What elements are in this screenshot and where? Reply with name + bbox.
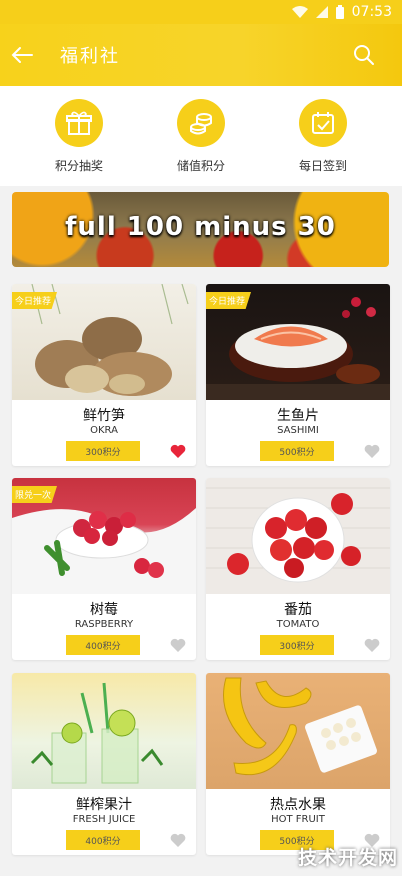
search-button[interactable] bbox=[344, 35, 384, 75]
card-tag: 限兑一次 bbox=[12, 486, 58, 503]
status-bar: 07:53 bbox=[0, 0, 402, 24]
product-name-en: TOMATO bbox=[276, 619, 320, 630]
stored-points-label: 储值积分 bbox=[176, 158, 225, 173]
product-name-en: RASPBERRY bbox=[74, 619, 134, 630]
heart-icon[interactable] bbox=[170, 444, 186, 458]
daily-checkin-label: 每日签到 bbox=[298, 158, 347, 173]
card-tag: 今日推荐 bbox=[206, 292, 252, 309]
heart-icon[interactable] bbox=[170, 833, 186, 847]
tomato-image bbox=[206, 478, 390, 594]
product-name: 鲜竹笋 bbox=[83, 408, 125, 424]
lottery-button[interactable]: 积分抽奖 bbox=[29, 98, 129, 174]
banana-image bbox=[206, 673, 390, 789]
sashimi-image: 今日推荐 bbox=[206, 284, 390, 400]
product-name-en: FRESH JUICE bbox=[72, 814, 136, 825]
status-time: 07:53 bbox=[351, 4, 392, 20]
calendar-check-icon bbox=[299, 98, 347, 147]
banner-text: full 100 minus 30 bbox=[65, 212, 336, 242]
product-card[interactable]: 今日推荐 生鱼片 SASHIMI 500积分 bbox=[206, 284, 390, 466]
cell-signal-icon bbox=[315, 6, 328, 18]
app-bar: 福利社 bbox=[0, 24, 402, 86]
heart-icon[interactable] bbox=[364, 638, 380, 652]
gift-icon bbox=[55, 98, 103, 147]
redeem-button[interactable]: 400积分 bbox=[66, 830, 140, 850]
product-card[interactable]: 鲜榨果汁 FRESH JUICE 400积分 bbox=[12, 673, 196, 855]
arrow-left-icon bbox=[11, 47, 33, 63]
raspberry-image: 限兑一次 bbox=[12, 478, 196, 594]
wifi-icon bbox=[291, 6, 308, 18]
watermark: 技术开发网 bbox=[297, 847, 398, 869]
redeem-button[interactable]: 400积分 bbox=[66, 635, 140, 655]
card-tag: 今日推荐 bbox=[12, 292, 58, 309]
page-title: 福利社 bbox=[60, 46, 120, 67]
product-name: 树莓 bbox=[90, 602, 118, 618]
product-name-en: OKRA bbox=[90, 425, 118, 436]
product-name: 热点水果 bbox=[270, 797, 326, 813]
redeem-button[interactable]: 300积分 bbox=[260, 635, 334, 655]
stored-points-button[interactable]: 储值积分 bbox=[151, 98, 251, 174]
redeem-button[interactable]: 300积分 bbox=[66, 441, 140, 461]
redeem-button[interactable]: 500积分 bbox=[260, 441, 334, 461]
promo-banner[interactable]: full 100 minus 30 bbox=[12, 192, 389, 267]
heart-icon[interactable] bbox=[364, 444, 380, 458]
feature-row: 积分抽奖 储值积分 每日签到 bbox=[0, 86, 402, 186]
search-icon bbox=[354, 45, 374, 65]
juice-image bbox=[12, 673, 196, 789]
product-name: 生鱼片 bbox=[277, 408, 319, 424]
product-card[interactable]: 今日推荐 鲜竹笋 OKRA 300积分 bbox=[12, 284, 196, 466]
bamboo-shoot-image: 今日推荐 bbox=[12, 284, 196, 400]
daily-checkin-button[interactable]: 每日签到 bbox=[273, 98, 373, 174]
product-card[interactable]: 热点水果 HOT FRUIT 500积分 bbox=[206, 673, 390, 855]
lottery-label: 积分抽奖 bbox=[54, 158, 103, 173]
coins-icon bbox=[177, 98, 225, 147]
product-name-en: HOT FRUIT bbox=[271, 814, 325, 825]
product-name-en: SASHIMI bbox=[277, 425, 319, 436]
product-card[interactable]: 番茄 TOMATO 300积分 bbox=[206, 478, 390, 660]
product-name: 鲜榨果汁 bbox=[76, 797, 132, 813]
back-button[interactable] bbox=[2, 35, 42, 75]
battery-icon bbox=[335, 5, 344, 19]
product-name: 番茄 bbox=[284, 602, 312, 618]
heart-icon[interactable] bbox=[170, 638, 186, 652]
product-card[interactable]: 限兑一次 树莓 RASPBERRY 400积分 bbox=[12, 478, 196, 660]
